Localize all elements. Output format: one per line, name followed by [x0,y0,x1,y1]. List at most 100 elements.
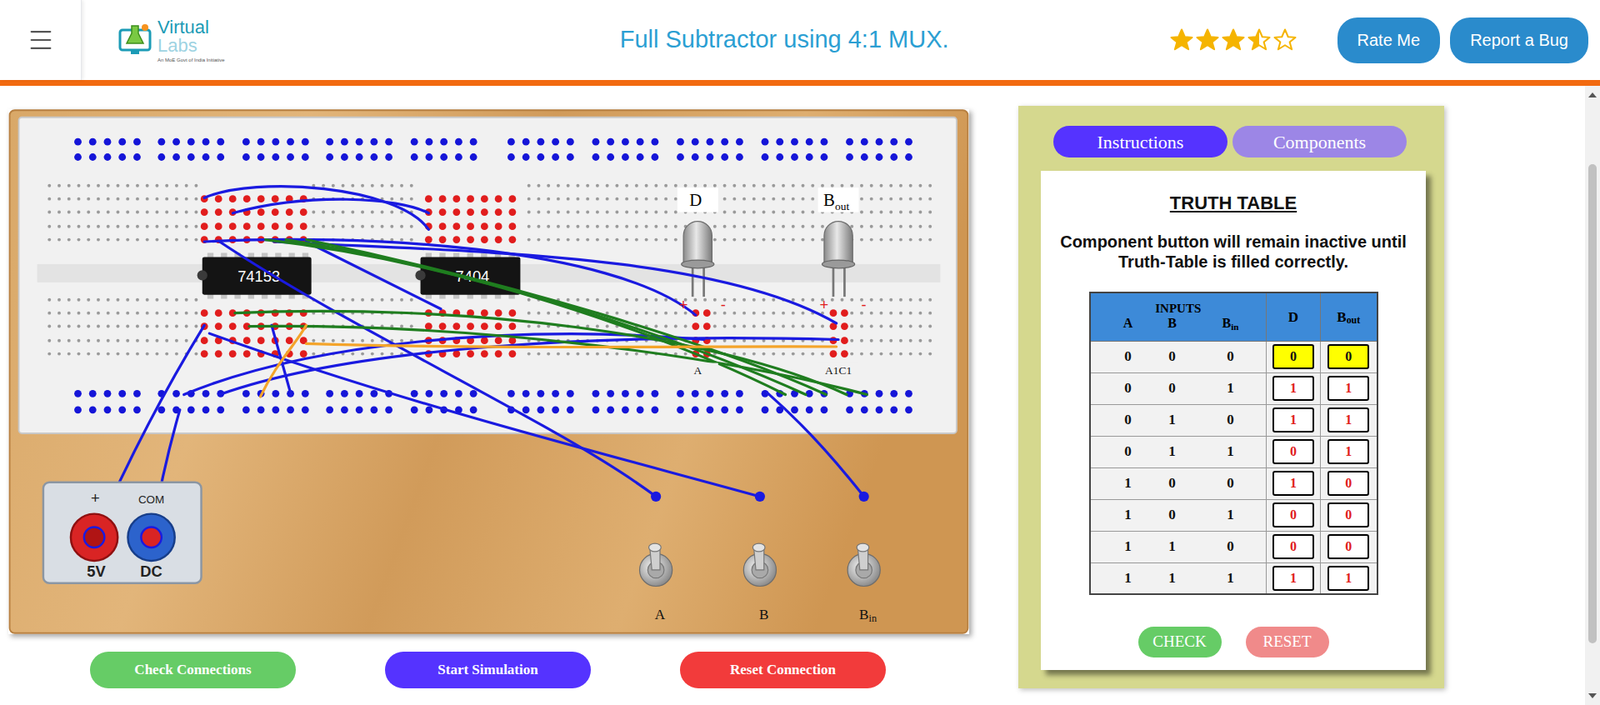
breadboard-hole[interactable] [781,238,785,242]
breadboard-hole[interactable] [762,238,766,242]
occupied-hole[interactable] [508,235,516,244]
breadboard-hole[interactable] [370,339,375,343]
breadboard-hole[interactable] [645,311,649,315]
breadboard-hole[interactable] [575,225,580,229]
breadboard-hole[interactable] [47,325,51,329]
breadboard-hole[interactable] [67,238,71,242]
breadboard-hole[interactable] [400,339,404,343]
rail-hole[interactable] [636,153,645,161]
breadboard-hole[interactable] [909,238,913,242]
breadboard-hole[interactable] [791,210,795,215]
breadboard-hole[interactable] [664,325,668,329]
breadboard-hole[interactable] [380,225,385,229]
breadboard-hole[interactable] [899,298,903,302]
breadboard-hole[interactable] [135,352,140,356]
occupied-hole[interactable] [200,222,209,230]
breadboard-hole[interactable] [899,238,903,242]
breadboard-hole[interactable] [165,325,169,329]
occupied-hole[interactable] [480,309,489,317]
rail-hole[interactable] [606,405,615,414]
rail-hole[interactable] [820,153,829,161]
rail-hole[interactable] [522,138,530,146]
breadboard-hole[interactable] [635,352,639,356]
breadboard-hole[interactable] [880,339,884,343]
breadboard-hole[interactable] [135,311,140,315]
breadboard-hole[interactable] [791,238,795,242]
rail-hole[interactable] [410,153,419,161]
breadboard-hole[interactable] [850,184,854,188]
rail-hole[interactable] [410,138,419,146]
breadboard-hole[interactable] [125,210,130,215]
occupied-hole[interactable] [271,195,280,203]
rail-hole[interactable] [355,153,364,161]
breadboard-hole[interactable] [194,311,198,315]
breadboard-hole[interactable] [615,238,619,242]
breadboard-hole[interactable] [556,210,560,215]
breadboard-hole[interactable] [801,225,805,229]
rail-hole[interactable] [89,405,97,414]
rail-hole[interactable] [875,138,884,146]
occupied-hole[interactable] [466,235,475,244]
breadboard-hole[interactable] [918,339,922,343]
breadboard-hole[interactable] [781,225,785,229]
breadboard-hole[interactable] [556,197,560,201]
rail-hole[interactable] [133,153,141,161]
output-input[interactable]: 0 [1272,439,1315,465]
breadboard-hole[interactable] [909,311,913,315]
breadboard-hole[interactable] [810,352,815,356]
rail-hole[interactable] [257,405,265,414]
breadboard-hole[interactable] [145,225,150,229]
breadboard-hole[interactable] [928,210,932,215]
occupied-hole[interactable] [466,195,475,203]
breadboard-hole[interactable] [390,352,394,356]
breadboard-hole[interactable] [615,197,619,201]
breadboard-hole[interactable] [605,225,610,229]
wire[interactable] [260,325,306,397]
breadboard-hole[interactable] [125,225,130,229]
breadboard-hole[interactable] [350,352,355,356]
breadboard-hole[interactable] [732,298,736,302]
breadboard-hole[interactable] [96,339,100,343]
breadboard-hole[interactable] [410,238,414,242]
rail-hole[interactable] [636,405,645,414]
occupied-hole[interactable] [508,350,516,358]
rating-stars[interactable] [1169,27,1298,53]
breadboard-hole[interactable] [67,339,71,343]
occupied-hole[interactable] [840,350,849,358]
breadboard-hole[interactable] [86,325,90,329]
breadboard-hole[interactable] [585,184,590,188]
breadboard-hole[interactable] [57,311,61,315]
breadboard-hole[interactable] [321,298,325,302]
rail-hole[interactable] [470,405,478,414]
breadboard-hole[interactable] [664,311,668,315]
breadboard-hole[interactable] [527,210,531,215]
breadboard-hole[interactable] [713,184,717,188]
breadboard-hole[interactable] [86,225,90,229]
breadboard-hole[interactable] [830,298,835,302]
rail-hole[interactable] [720,405,729,414]
occupied-hole[interactable] [495,222,503,230]
breadboard-hole[interactable] [615,225,619,229]
rail-hole[interactable] [845,138,854,146]
breadboard-hole[interactable] [57,238,61,242]
breadboard-hole[interactable] [556,225,560,229]
breadboard-hole[interactable] [918,311,922,315]
breadboard-hole[interactable] [684,325,688,329]
breadboard-hole[interactable] [155,238,159,242]
breadboard-hole[interactable] [585,298,590,302]
breadboard-hole[interactable] [116,210,120,215]
occupied-hole[interactable] [480,208,489,216]
breadboard-hole[interactable] [116,238,120,242]
output-input[interactable]: 1 [1272,407,1315,433]
rail-hole[interactable] [790,405,799,414]
breadboard-hole[interactable] [194,197,198,201]
breadboard-hole[interactable] [880,352,884,356]
breadboard-hole[interactable] [909,339,913,343]
rail-hole[interactable] [242,390,250,398]
breadboard-hole[interactable] [742,210,746,215]
rail-hole[interactable] [325,153,334,161]
breadboard-hole[interactable] [106,238,110,242]
occupied-hole[interactable] [243,350,251,358]
rail-hole[interactable] [271,138,280,146]
toggle-switch[interactable]: Bin [847,491,880,625]
